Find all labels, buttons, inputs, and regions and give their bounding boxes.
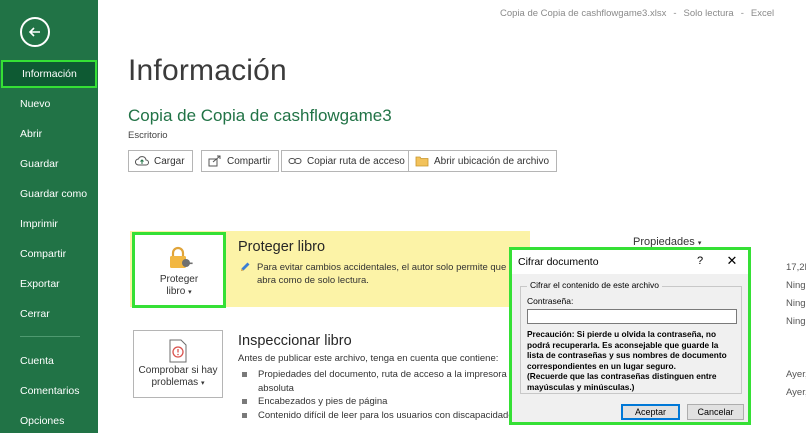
inspect-bullet: Propiedades del documento, ruta de acces… <box>242 368 518 382</box>
property-value: Ning <box>786 298 806 309</box>
nav-compartir[interactable]: Compartir <box>0 240 98 268</box>
nav-cuenta[interactable]: Cuenta <box>0 347 98 375</box>
property-value: Ayer, <box>786 369 806 380</box>
protect-text-line1: Para evitar cambios accidentales, el aut… <box>257 262 515 273</box>
dropdown-arrow-icon: ▾ <box>697 240 702 247</box>
inspect-document-icon <box>169 339 187 363</box>
check-issues-label: Comprobar si hay problemas ▾ <box>139 365 218 390</box>
accept-button[interactable]: Aceptar <box>621 404 680 420</box>
window-app: Excel <box>750 8 775 19</box>
cloud-upload-icon <box>135 154 149 168</box>
password-warning: Precaución: Si pierde u olvida la contra… <box>527 329 737 392</box>
inspect-description: Antes de publicar este archivo, tenga en… <box>238 353 499 364</box>
lock-icon <box>170 246 193 268</box>
nav-imprimir[interactable]: Imprimir <box>0 210 98 238</box>
dropdown-arrow-icon: ▾ <box>200 380 205 387</box>
copy-path-button[interactable]: Copiar ruta de acceso <box>281 150 413 172</box>
nav-guardar[interactable]: Guardar <box>0 150 98 178</box>
inspect-tile-line2-text: problemas <box>151 377 199 388</box>
inspect-tile-line1: Comprobar si hay <box>138 365 218 376</box>
back-button[interactable] <box>20 17 50 47</box>
inspect-tile-line2: problemas ▾ <box>139 377 218 390</box>
pencil-icon <box>241 262 250 271</box>
inspect-bullet-list: Propiedades del documento, ruta de acces… <box>242 368 518 422</box>
nav-opciones[interactable]: Opciones <box>0 407 98 433</box>
share-button[interactable]: Compartir <box>201 150 279 172</box>
warning-line: mayúsculas y minúsculas.) <box>527 381 635 392</box>
group-title: Cifrar el contenido de este archivo <box>527 280 662 290</box>
protect-description: Para evitar cambios accidentales, el aut… <box>257 261 517 287</box>
dialog-title: Cifrar documento <box>518 256 599 268</box>
folder-icon <box>415 154 429 168</box>
close-icon[interactable]: ✕ <box>724 253 740 269</box>
protect-tile-line2: libro ▾ <box>160 286 198 299</box>
nav-comentarios[interactable]: Comentarios <box>0 377 98 405</box>
copy-path-label: Copiar ruta de acceso <box>307 155 405 167</box>
upload-button[interactable]: Cargar <box>128 150 193 172</box>
dialog-titlebar: Cifrar documento ? ✕ <box>512 250 748 274</box>
share-icon <box>208 154 222 168</box>
encrypt-document-dialog: Cifrar documento ? ✕ Cifrar el contenido… <box>509 247 751 425</box>
nav-nuevo[interactable]: Nuevo <box>0 90 98 118</box>
nav-informacion[interactable]: Información <box>1 60 97 88</box>
document-location: Escritorio <box>128 130 168 141</box>
nav-cerrar[interactable]: Cerrar <box>0 300 98 328</box>
window-mode: Solo lectura <box>683 8 734 19</box>
nav-exportar[interactable]: Exportar <box>0 270 98 298</box>
open-location-label: Abrir ubicación de archivo <box>434 155 550 167</box>
check-issues-button[interactable]: Comprobar si hay problemas ▾ <box>133 330 223 398</box>
inspect-heading: Inspeccionar libro <box>238 333 352 349</box>
protect-workbook-button[interactable]: Proteger libro ▾ <box>132 232 226 308</box>
password-label: Contraseña: <box>527 296 574 306</box>
protect-heading: Proteger libro <box>238 239 326 255</box>
inspect-bullet: Contenido difícil de leer para los usuar… <box>242 409 518 423</box>
warning-line: podrá recuperarla. Es aconsejable que gu… <box>527 339 719 350</box>
property-value: 17,2K <box>786 262 806 273</box>
protect-workbook-label: Proteger libro ▾ <box>160 274 198 299</box>
warning-line: Precaución: Si pierde u olvida la contra… <box>527 329 717 339</box>
link-icon <box>288 154 302 168</box>
protect-tile-line1: Proteger <box>159 274 199 285</box>
dropdown-arrow-icon: ▾ <box>188 289 192 296</box>
nav-abrir[interactable]: Abrir <box>0 120 98 148</box>
property-value: Ayer, <box>786 387 806 398</box>
window-title: Copia de Copia de cashflowgame3.xlsx - Sol… <box>500 8 775 19</box>
open-location-button[interactable]: Abrir ubicación de archivo <box>408 150 558 172</box>
upload-label: Cargar <box>154 155 185 167</box>
warning-line: lista de contraseñas y sus nombres de do… <box>527 350 727 360</box>
password-field[interactable] <box>527 309 737 324</box>
property-value: Ning <box>786 280 806 291</box>
cancel-button[interactable]: Cancelar <box>687 404 744 420</box>
share-label: Compartir <box>227 155 271 167</box>
warning-line: correspondientes en un lugar seguro. <box>527 360 676 371</box>
protect-tile-line2-text: libro <box>166 286 186 297</box>
help-icon[interactable]: ? <box>692 253 708 269</box>
backstage-sidebar: Información Nuevo Abrir Guardar Guardar … <box>0 0 98 433</box>
inspect-bullet: Encabezados y pies de página <box>242 395 518 409</box>
nav-divider <box>20 336 80 337</box>
protect-text-line2: abra como de solo lectura. <box>257 275 369 286</box>
window-file-name: Copia de Copia de cashflowgame3.xlsx <box>500 8 667 19</box>
arrow-left-icon <box>28 27 40 37</box>
inspect-bullet-continuation: absoluta <box>258 382 294 394</box>
page-title: Información <box>128 54 287 87</box>
warning-line: (Recuerde que las contraseñas distinguen… <box>527 371 717 381</box>
nav-guardar-como[interactable]: Guardar como <box>0 180 98 208</box>
encrypt-group: Cifrar el contenido de este archivo Cont… <box>520 280 742 394</box>
property-value: Ning <box>786 316 806 327</box>
document-name: Copia de Copia de cashflowgame3 <box>128 106 392 125</box>
